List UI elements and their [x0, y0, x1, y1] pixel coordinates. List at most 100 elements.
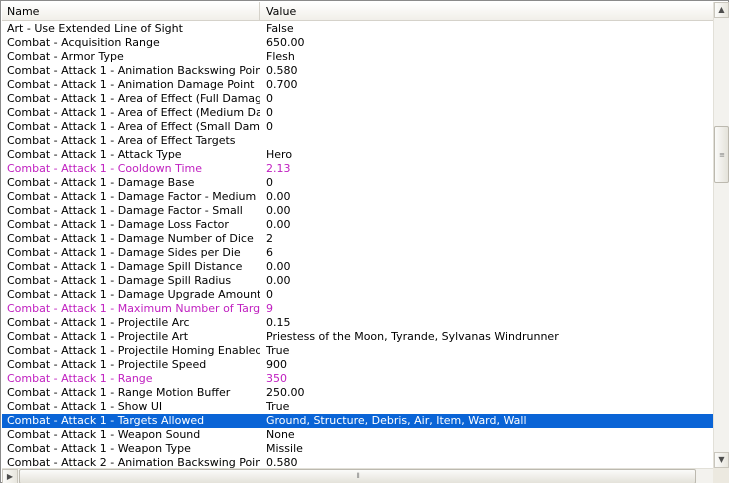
- property-value: False: [266, 22, 294, 35]
- property-row[interactable]: Combat - Attack 1 - Damage Factor - Medi…: [2, 190, 713, 204]
- horizontal-scrollbar[interactable]: ◀ ⦀ ▶: [2, 468, 713, 483]
- property-name: Combat - Attack 1 - Area of Effect (Smal…: [7, 120, 260, 133]
- property-value: 0.580: [266, 64, 298, 77]
- property-value: 0.580: [266, 456, 298, 468]
- property-name: Combat - Attack 1 - Targets Allowed: [7, 414, 205, 427]
- property-value: 2.13: [266, 162, 291, 175]
- property-value: 0: [266, 176, 273, 189]
- property-row[interactable]: Combat - Attack 1 - Animation Backswing …: [2, 64, 713, 78]
- property-name: Combat - Attack 1 - Animation Damage Poi…: [7, 78, 255, 91]
- property-name: Combat - Attack 2 - Animation Backswing …: [7, 456, 260, 468]
- column-header-value[interactable]: Value: [261, 2, 713, 21]
- property-row[interactable]: Combat - Attack 1 - Range 350: [2, 372, 713, 386]
- property-value: None: [266, 428, 295, 441]
- property-value: 2: [266, 232, 273, 245]
- scroll-up-arrow-icon[interactable]: ▲: [714, 2, 729, 18]
- property-row[interactable]: Art - Use Extended Line of Sight False: [2, 22, 713, 36]
- property-name: Combat - Attack 1 - Show UI: [7, 400, 163, 413]
- object-properties-list: Name Value Art - Use Extended Line of Si…: [0, 0, 729, 483]
- property-row[interactable]: Combat - Armor Type Flesh: [2, 50, 713, 64]
- property-name: Combat - Attack 1 - Projectile Art: [7, 330, 189, 343]
- property-name: Combat - Attack 1 - Damage Number of Dic…: [7, 232, 254, 245]
- property-value: Missile: [266, 442, 303, 455]
- property-value: True: [266, 400, 290, 413]
- property-row[interactable]: Combat - Attack 2 - Animation Backswing …: [2, 456, 713, 468]
- property-value: Flesh: [266, 50, 295, 63]
- property-name: Combat - Attack 1 - Damage Loss Factor: [7, 218, 229, 231]
- property-row[interactable]: Combat - Attack 1 - Damage Number of Dic…: [2, 232, 713, 246]
- property-value: 9: [266, 302, 273, 315]
- scroll-right-arrow-icon[interactable]: ▶: [2, 469, 18, 483]
- grip-icon: ⦀: [356, 472, 360, 480]
- property-row[interactable]: Combat - Attack 1 - Projectile Speed 900: [2, 358, 713, 372]
- property-row[interactable]: Combat - Attack 1 - Area of Effect (Full…: [2, 92, 713, 106]
- property-value: 0.700: [266, 78, 298, 91]
- property-name: Combat - Attack 1 - Weapon Sound: [7, 428, 201, 441]
- property-value: 0.00: [266, 204, 291, 217]
- property-row[interactable]: Combat - Attack 1 - Projectile Homing En…: [2, 344, 713, 358]
- property-name: Combat - Attack 1 - Area of Effect (Medi…: [7, 106, 260, 119]
- property-value: 650.00: [266, 36, 305, 49]
- property-value: True: [266, 344, 290, 357]
- property-name: Combat - Attack 1 - Area of Effect Targe…: [7, 134, 236, 147]
- property-name: Combat - Attack 1 - Damage Base: [7, 176, 195, 189]
- property-row[interactable]: Combat - Attack 1 - Weapon Type Missile: [2, 442, 713, 456]
- property-row[interactable]: Combat - Attack 1 - Damage Upgrade Amoun…: [2, 288, 713, 302]
- property-row[interactable]: Combat - Attack 1 - Damage Sides per Die…: [2, 246, 713, 260]
- property-name: Combat - Attack 1 - Attack Type: [7, 148, 182, 161]
- property-row[interactable]: Combat - Attack 1 - Animation Damage Poi…: [2, 78, 713, 92]
- horizontal-scroll-thumb[interactable]: ⦀: [19, 469, 696, 483]
- property-row[interactable]: Combat - Attack 1 - Area of Effect (Medi…: [2, 106, 713, 120]
- property-name: Combat - Attack 1 - Animation Backswing …: [7, 64, 260, 77]
- property-name: Combat - Armor Type: [7, 50, 124, 63]
- property-row[interactable]: Combat - Attack 1 - Damage Spill Distanc…: [2, 260, 713, 274]
- property-name: Combat - Attack 1 - Projectile Speed: [7, 358, 207, 371]
- property-value: 0: [266, 92, 273, 105]
- property-row[interactable]: Combat - Attack 1 - Area of Effect (Smal…: [2, 120, 713, 134]
- scroll-down-arrow-icon[interactable]: ▼: [714, 452, 729, 468]
- list-header: Name Value: [2, 2, 713, 21]
- property-name: Combat - Attack 1 - Cooldown Time: [7, 162, 202, 175]
- property-value: 0: [266, 288, 273, 301]
- property-row[interactable]: Combat - Attack 1 - Damage Spill Radius 0…: [2, 274, 713, 288]
- property-value: 0.15: [266, 316, 291, 329]
- property-row[interactable]: Combat - Attack 1 - Weapon Sound None: [2, 428, 713, 442]
- property-value: 0: [266, 106, 273, 119]
- property-row[interactable]: Combat - Attack 1 - Show UI True: [2, 400, 713, 414]
- property-row[interactable]: Combat - Attack 1 - Attack Type Hero: [2, 148, 713, 162]
- property-value: 900: [266, 358, 287, 371]
- property-row[interactable]: Combat - Attack 1 - Maximum Number of Ta…: [2, 302, 713, 316]
- property-name: Combat - Attack 1 - Damage Factor - Medi…: [7, 190, 257, 203]
- property-value: Priestess of the Moon, Tyrande, Sylvanas…: [266, 330, 559, 343]
- grip-icon: ≡: [719, 151, 725, 159]
- property-row[interactable]: Combat - Attack 1 - Projectile Art Priest…: [2, 330, 713, 344]
- vertical-scroll-thumb[interactable]: ≡: [714, 126, 729, 183]
- property-value: 0.00: [266, 218, 291, 231]
- property-row[interactable]: Combat - Attack 1 - Cooldown Time 2.13: [2, 162, 713, 176]
- column-header-name[interactable]: Name: [2, 2, 260, 21]
- property-value: 0: [266, 120, 273, 133]
- property-name: Combat - Attack 1 - Projectile Arc: [7, 316, 190, 329]
- property-row[interactable]: Combat - Attack 1 - Damage Base 0: [2, 176, 713, 190]
- vertical-scrollbar[interactable]: ▲ ≡ ▼: [713, 2, 729, 468]
- property-name: Combat - Attack 1 - Area of Effect (Full…: [7, 92, 260, 105]
- property-row[interactable]: Combat - Attack 1 - Damage Loss Factor 0.…: [2, 218, 713, 232]
- property-row[interactable]: Combat - Attack 1 - Area of Effect Targe…: [2, 134, 713, 148]
- property-value: 0.00: [266, 274, 291, 287]
- property-row[interactable]: Combat - Attack 1 - Damage Factor - Smal…: [2, 204, 713, 218]
- property-name: Combat - Attack 1 - Damage Factor - Smal…: [7, 204, 243, 217]
- property-name: Art - Use Extended Line of Sight: [7, 22, 183, 35]
- property-value: Hero: [266, 148, 293, 161]
- property-name: Combat - Attack 1 - Weapon Type: [7, 442, 191, 455]
- property-name: Combat - Attack 1 - Damage Sides per Die: [7, 246, 241, 259]
- property-name: Combat - Attack 1 - Damage Spill Distanc…: [7, 260, 243, 273]
- property-row[interactable]: Combat - Acquisition Range 650.00: [2, 36, 713, 50]
- property-row[interactable]: Combat - Attack 1 - Targets Allowed Groun…: [2, 414, 713, 428]
- property-name: Combat - Attack 1 - Projectile Homing En…: [7, 344, 260, 357]
- property-name: Combat - Attack 1 - Range Motion Buffer: [7, 386, 231, 399]
- property-value: 6: [266, 246, 273, 259]
- property-row[interactable]: Combat - Attack 1 - Projectile Arc 0.15: [2, 316, 713, 330]
- property-name: Combat - Acquisition Range: [7, 36, 160, 49]
- property-name: Combat - Attack 1 - Maximum Number of Ta…: [7, 302, 260, 315]
- property-row[interactable]: Combat - Attack 1 - Range Motion Buffer 2…: [2, 386, 713, 400]
